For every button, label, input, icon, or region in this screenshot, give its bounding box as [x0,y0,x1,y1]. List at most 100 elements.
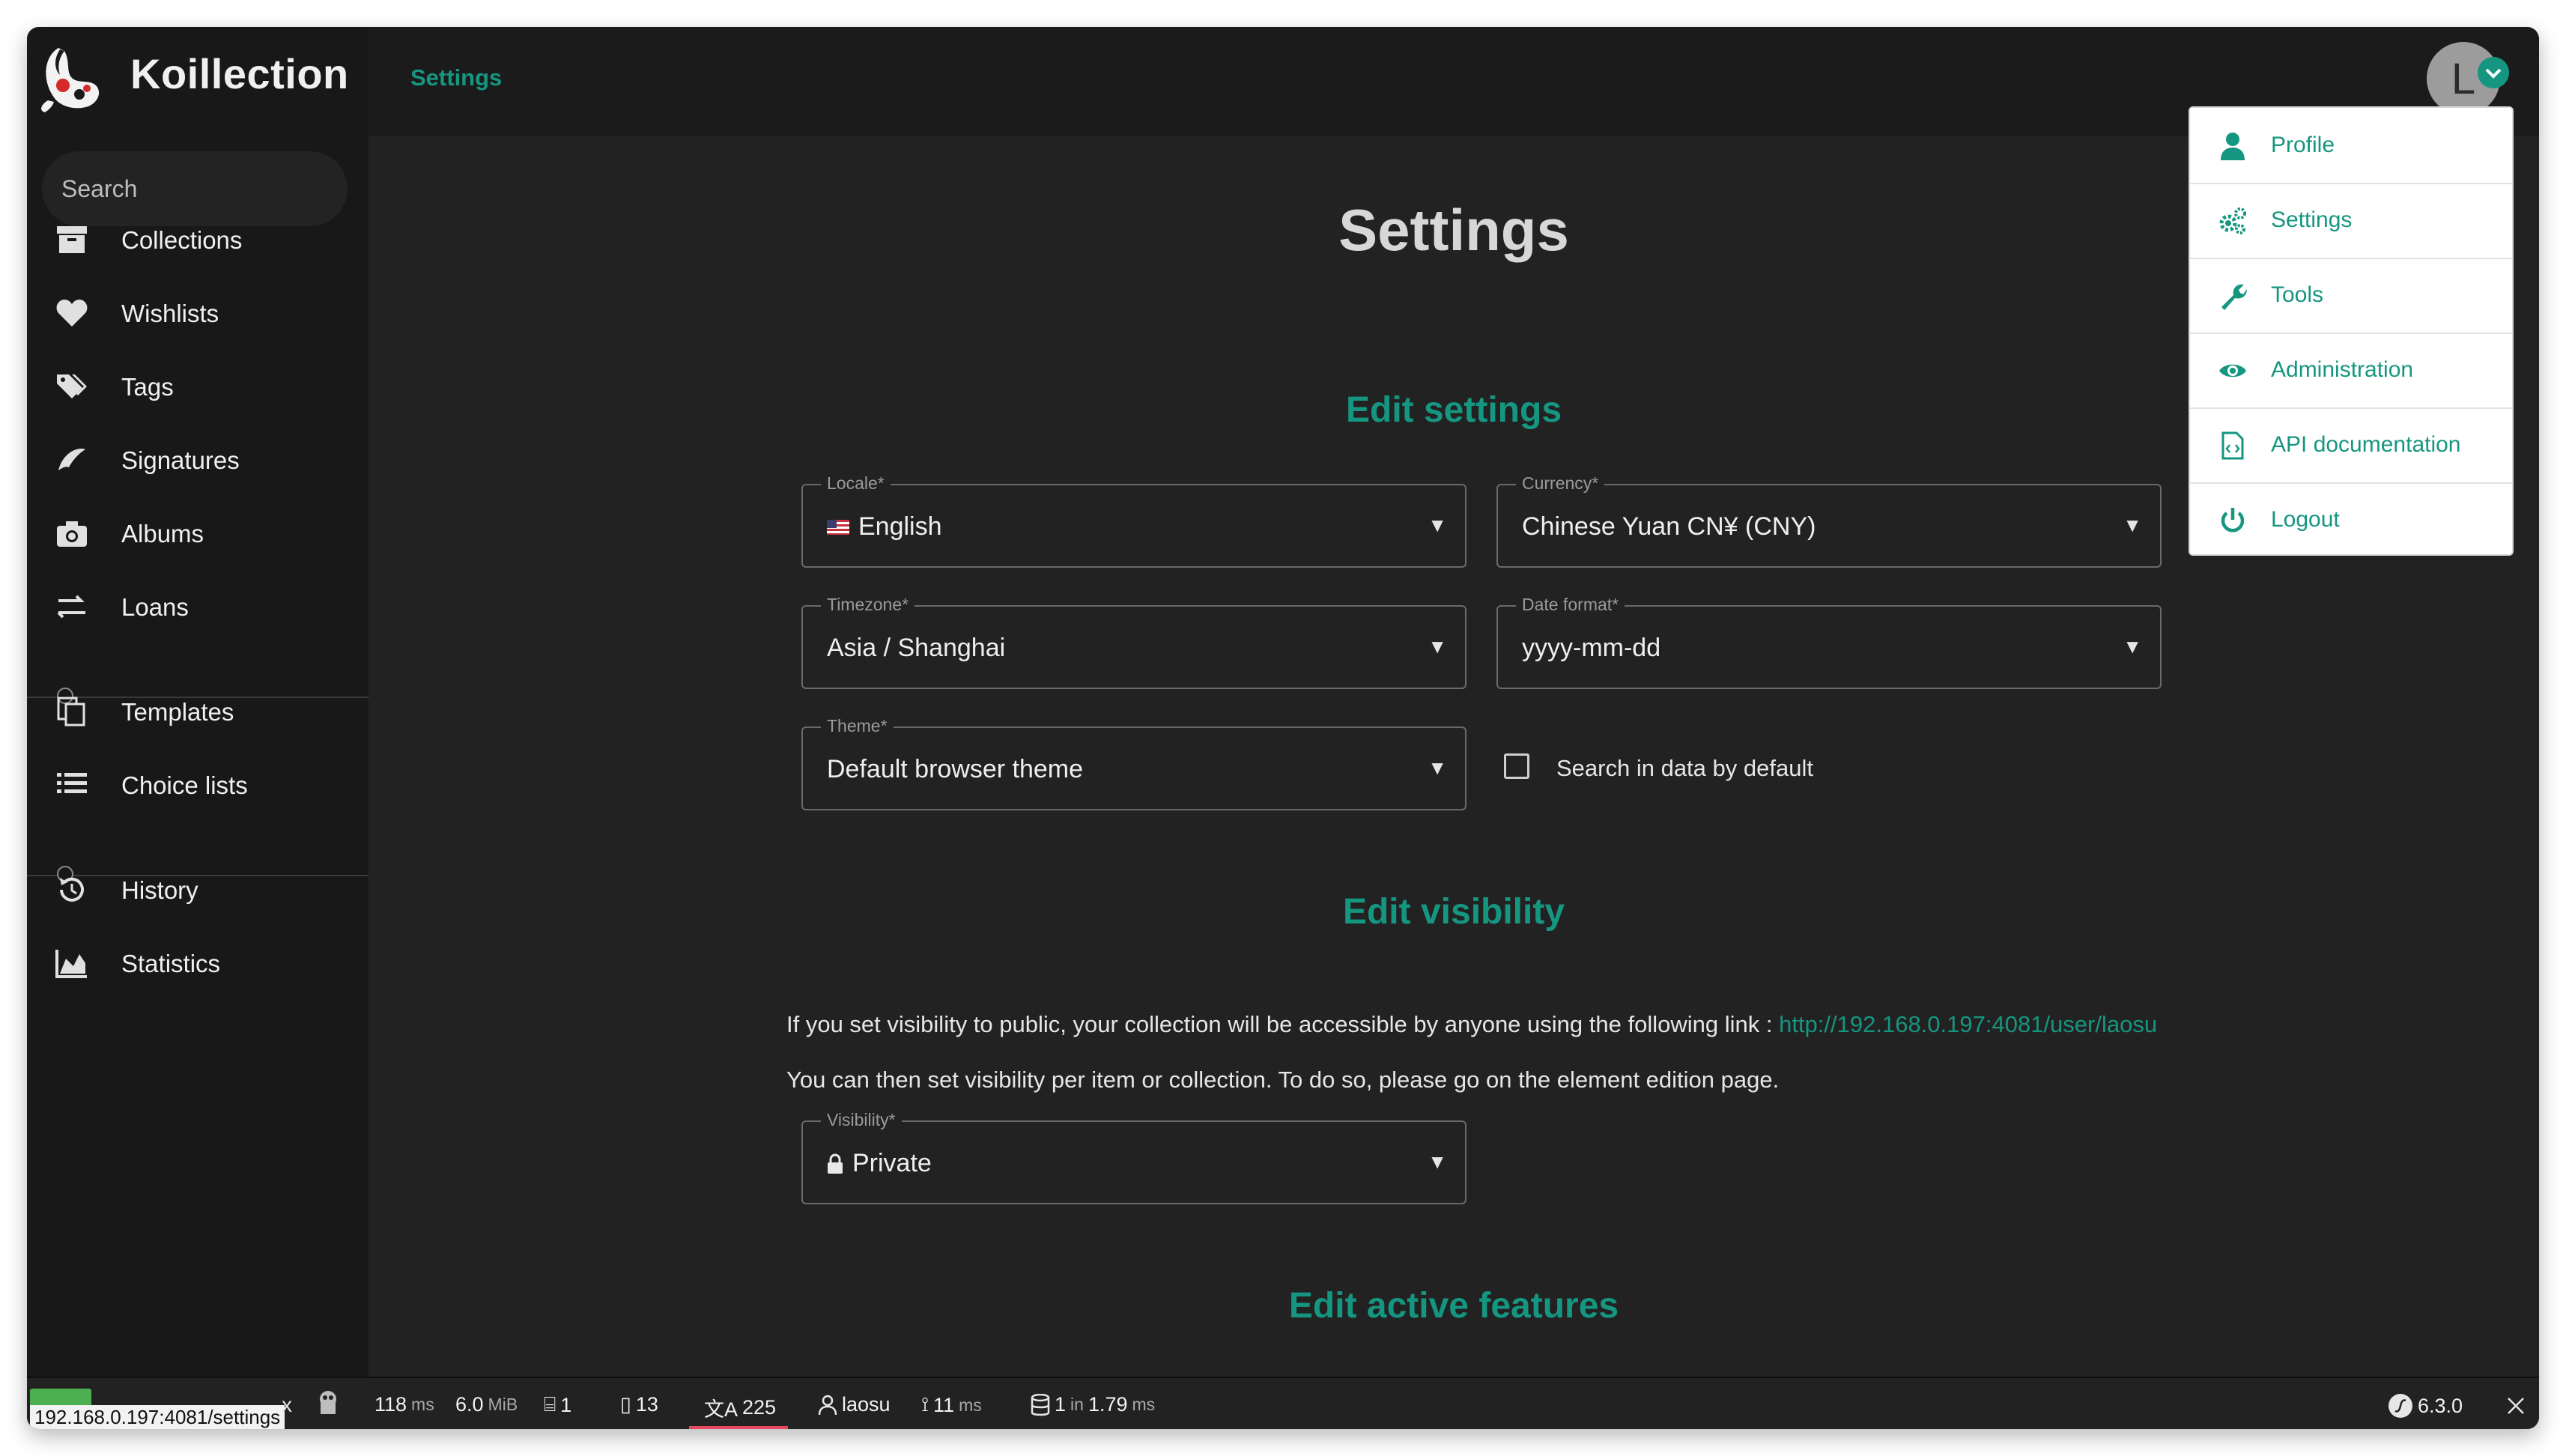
menu-item-label: Settings [2271,207,2353,232]
menu-item-profile[interactable]: Profile [2190,108,2512,183]
sidebar-item-statistics[interactable]: Statistics [27,930,368,998]
sidebar-item-albums[interactable]: Albums [27,500,368,568]
document-icon: ▯ [620,1393,631,1416]
date-format-value: yyyy-mm-dd [1522,634,1661,662]
locale-select[interactable]: Locale* English ▼ [801,473,1466,568]
copy-icon [57,697,85,727]
locale-value: English [858,512,942,541]
symfony-logo-icon [2388,1394,2412,1418]
field-label: Date format* [1516,595,1625,615]
theme-select[interactable]: Theme* Default browser theme ▼ [801,716,1466,810]
toolbar-user[interactable]: laosu [818,1393,891,1416]
translations-value: 225 [742,1396,777,1419]
sidebar: Koillection Collections Wishlists Tags S… [27,27,368,1377]
sidebar-item-label: Wishlists [121,300,219,327]
search-in-data-checkbox[interactable] [1504,753,1529,779]
menu-item-label: API documentation [2271,432,2461,457]
visibility-intro-text: If you set visibility to public, your co… [786,1011,1773,1037]
user-dropdown-menu: Profile Settings Tools Administration AP… [2189,106,2514,556]
file-code-icon [2221,431,2244,460]
public-profile-link[interactable]: http://192.168.0.197:4081/user/laosu [1779,1011,2157,1037]
timezone-value: Asia / Shanghai [827,634,1006,662]
toolbar-logs[interactable]: ⌸ 1 [544,1393,571,1417]
visibility-value: Private [852,1149,932,1177]
caret-down-icon: ▼ [2123,514,2142,536]
forms-value: 13 [635,1393,658,1416]
app-name: Koillection [130,50,349,97]
menu-item-label: Tools [2271,282,2324,307]
timezone-select[interactable]: Timezone* Asia / Shanghai ▼ [801,595,1466,689]
twig-unit: ms [959,1395,982,1415]
exchange-icon [57,595,85,619]
menu-item-tools[interactable]: Tools [2190,258,2512,333]
sidebar-item-label: Choice lists [121,771,248,799]
database-icon [1031,1393,1050,1416]
user-value: laosu [842,1393,891,1416]
toolbar-translations[interactable]: 文A 225 [704,1393,776,1422]
twig-icon: ⟟ [921,1393,929,1416]
sidebar-item-label: Collections [121,226,243,254]
caret-down-icon: ▼ [1428,514,1447,536]
user-icon [818,1395,837,1415]
sidebar-item-collections[interactable]: Collections [27,207,368,274]
status-bar-url: 192.168.0.197:4081/settings [30,1405,285,1429]
menu-item-label: Logout [2271,507,2340,532]
caret-down-icon: ▼ [1428,635,1447,658]
sidebar-item-history[interactable]: History [27,857,368,924]
sidebar-item-wishlists[interactable]: Wishlists [27,280,368,348]
caret-down-icon: ▼ [1428,1150,1447,1173]
visibility-note: You can then set visibility per item or … [786,1067,1780,1093]
tags-icon [57,374,87,398]
sidebar-item-choice-lists[interactable]: Choice lists [27,752,368,819]
date-format-select[interactable]: Date format* yyyy-mm-dd ▼ [1496,595,2162,689]
debug-toolbar: 192.168.0.197:4081/settings x 118 ms 6.0… [27,1377,2539,1429]
chevron-down-icon[interactable] [2478,57,2509,88]
toolbar-time[interactable]: 118 ms [374,1393,434,1416]
power-icon [2221,508,2245,533]
visibility-intro: If you set visibility to public, your co… [786,1011,2157,1038]
ghost-icon[interactable] [316,1389,340,1419]
breadcrumb[interactable]: Settings [410,64,502,91]
toolbar-twig[interactable]: ⟟ 11 ms [921,1393,982,1417]
time-unit: ms [411,1395,434,1414]
toolbar-active-indicator [689,1426,788,1429]
menu-item-settings[interactable]: Settings [2190,183,2512,258]
field-value: English [827,512,942,542]
toolbar-symfony-version[interactable]: 6.3.0 [2388,1393,2463,1419]
us-flag-icon [827,519,849,535]
menu-item-administration[interactable]: Administration [2190,333,2512,407]
search-in-data-label[interactable]: Search in data by default [1556,755,1813,782]
route-close-x[interactable]: x [282,1393,292,1417]
cogs-icon [2219,207,2246,234]
currency-select[interactable]: Currency* Chinese Yuan CN¥ (CNY) ▼ [1496,473,2162,568]
sidebar-item-tags[interactable]: Tags [27,354,368,421]
menu-item-logout[interactable]: Logout [2190,482,2512,557]
camera-icon [57,521,87,547]
field-label: Currency* [1516,473,1605,494]
logs-value: 1 [560,1393,572,1416]
section-title-edit-active-features: Edit active features [1288,1286,1619,1326]
sidebar-item-label: Albums [121,520,204,547]
signature-icon [58,449,85,470]
sidebar-item-loans[interactable]: Loans [27,574,368,641]
sidebar-item-signatures[interactable]: Signatures [27,427,368,494]
db-time-value: 1.79 [1088,1393,1128,1416]
toolbar-database[interactable]: 1 in 1.79 ms [1031,1393,1155,1416]
brand[interactable]: Koillection [27,27,368,136]
caret-down-icon: ▼ [2123,635,2142,658]
visibility-select[interactable]: Visibility* Private ▼ [801,1110,1466,1204]
field-label: Visibility* [821,1110,902,1130]
time-value: 118 [374,1393,407,1416]
menu-item-api-documentation[interactable]: API documentation [2190,407,2512,482]
memory-value: 6.0 [455,1393,484,1416]
user-icon [2221,133,2245,160]
db-queries-value: 1 [1055,1393,1067,1416]
toolbar-memory[interactable]: 6.0 MiB [455,1393,518,1416]
sidebar-item-label: Signatures [121,446,240,474]
list-icon [57,773,87,793]
wrench-icon [2221,284,2247,310]
sidebar-item-templates[interactable]: Templates [27,679,368,746]
toolbar-forms[interactable]: ▯ 13 [620,1393,658,1416]
sidebar-item-label: Statistics [121,950,221,977]
close-icon[interactable] [2506,1396,2526,1416]
